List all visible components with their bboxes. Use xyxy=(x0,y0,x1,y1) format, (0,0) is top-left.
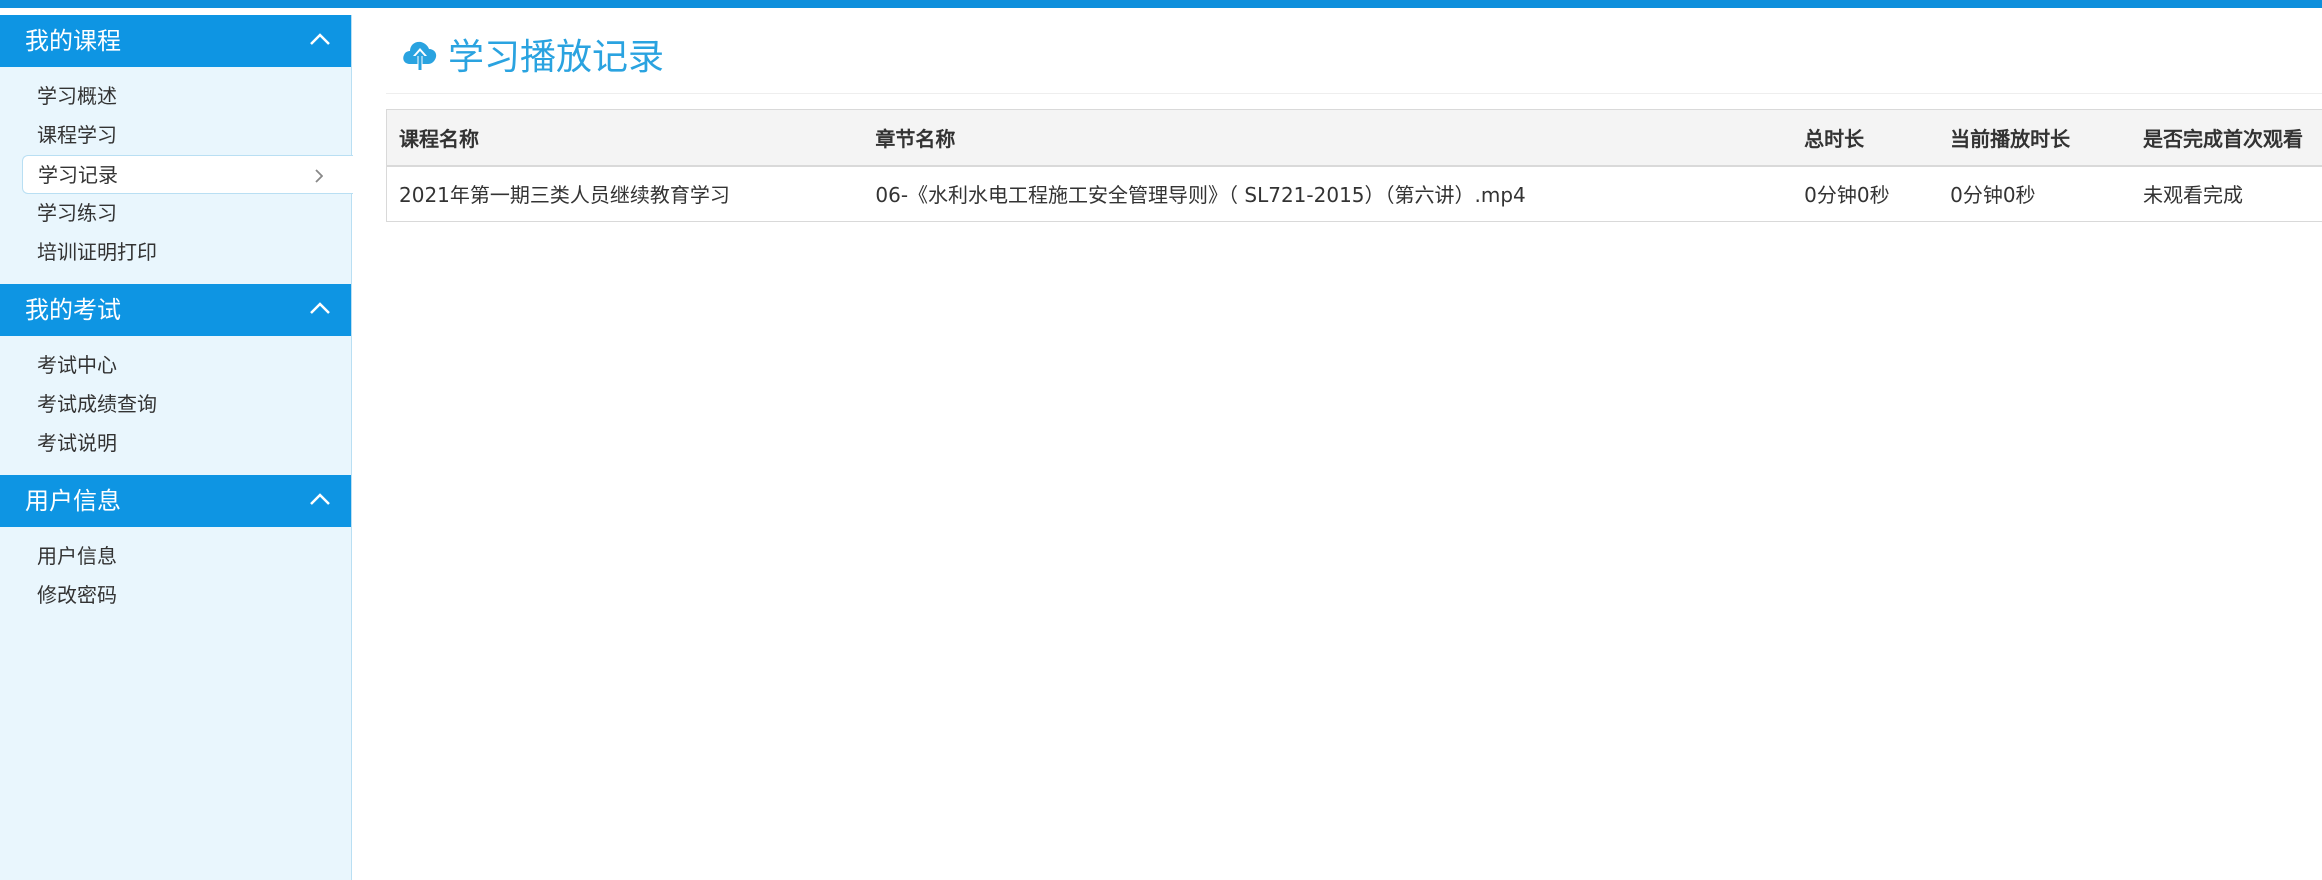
column-header-first-view-complete: 是否完成首次观看 xyxy=(2131,109,2322,167)
section-title: 用户信息 xyxy=(25,487,121,515)
section-items-my-exams: 考试中心 考试成绩查询 考试说明 xyxy=(0,336,351,475)
records-table: 课程名称 章节名称 总时长 当前播放时长 是否完成首次观看 2021年第一期三类… xyxy=(386,109,2322,222)
nav-item-course-study[interactable]: 课程学习 xyxy=(0,116,351,155)
chevron-up-icon xyxy=(310,493,330,505)
chevron-right-icon xyxy=(315,169,323,183)
nav-item-label: 考试中心 xyxy=(37,353,117,377)
column-header-current-play-duration: 当前播放时长 xyxy=(1938,109,2132,167)
nav-item-study-records[interactable]: 学习记录 xyxy=(22,155,353,194)
cell-total-duration: 0分钟0秒 xyxy=(1792,165,1939,222)
nav-item-label: 学习练习 xyxy=(37,201,117,225)
nav-item-label: 培训证明打印 xyxy=(37,240,157,264)
nav-item-study-overview[interactable]: 学习概述 xyxy=(0,77,351,116)
main-content: 学习播放记录 课程名称 章节名称 总时长 当前播放时长 是否完成首次观看 202… xyxy=(386,15,2322,222)
table-row: 2021年第一期三类人员继续教育学习 06-《水利水电工程施工安全管理导则》（ … xyxy=(386,165,2322,222)
chevron-up-icon xyxy=(310,33,330,45)
nav-item-label: 学习概述 xyxy=(37,84,117,108)
section-header-my-courses[interactable]: 我的课程 xyxy=(0,15,351,67)
table-header-row: 课程名称 章节名称 总时长 当前播放时长 是否完成首次观看 xyxy=(386,109,2322,167)
column-header-total-duration: 总时长 xyxy=(1792,109,1939,167)
section-header-user-info[interactable]: 用户信息 xyxy=(0,475,351,527)
section-items-my-courses: 学习概述 课程学习 学习记录 学习练习 培训证明打印 xyxy=(0,67,353,284)
section-items-user-info: 用户信息 修改密码 xyxy=(0,527,351,627)
records-table-wrapper: 课程名称 章节名称 总时长 当前播放时长 是否完成首次观看 2021年第一期三类… xyxy=(386,109,2322,222)
cell-course-name: 2021年第一期三类人员继续教育学习 xyxy=(386,165,864,222)
sidebar: 我的课程 学习概述 课程学习 学习记录 学习练习 培训证明打印 我的考试 考试中… xyxy=(0,15,353,880)
section-title: 我的课程 xyxy=(25,27,121,55)
nav-item-exam-results[interactable]: 考试成绩查询 xyxy=(0,385,351,424)
nav-item-label: 考试成绩查询 xyxy=(37,392,157,416)
cell-current-play-duration: 0分钟0秒 xyxy=(1938,165,2132,222)
section-header-my-exams[interactable]: 我的考试 xyxy=(0,284,351,336)
section-title: 我的考试 xyxy=(25,296,121,324)
nav-item-change-password[interactable]: 修改密码 xyxy=(0,576,351,615)
page-header: 学习播放记录 xyxy=(386,15,2322,94)
nav-item-label: 考试说明 xyxy=(37,431,117,455)
nav-item-certificate-print[interactable]: 培训证明打印 xyxy=(0,233,351,272)
nav-item-label: 用户信息 xyxy=(37,544,117,568)
nav-item-label: 修改密码 xyxy=(37,583,117,607)
cell-first-view-complete: 未观看完成 xyxy=(2131,165,2322,222)
nav-item-user-info[interactable]: 用户信息 xyxy=(0,537,351,576)
cell-chapter-name: 06-《水利水电工程施工安全管理导则》（ SL721-2015）（第六讲）.mp… xyxy=(863,165,1793,222)
nav-item-exam-center[interactable]: 考试中心 xyxy=(0,346,351,385)
nav-item-label: 课程学习 xyxy=(37,123,117,147)
nav-item-label: 学习记录 xyxy=(38,163,118,187)
nav-item-study-practice[interactable]: 学习练习 xyxy=(0,194,351,233)
chevron-up-icon xyxy=(310,302,330,314)
top-accent-bar xyxy=(0,0,2322,8)
nav-item-exam-instructions[interactable]: 考试说明 xyxy=(0,424,351,463)
column-header-course-name: 课程名称 xyxy=(386,109,864,167)
cloud-upload-icon xyxy=(403,41,437,70)
page-title: 学习播放记录 xyxy=(448,37,665,78)
column-header-chapter-name: 章节名称 xyxy=(863,109,1793,167)
